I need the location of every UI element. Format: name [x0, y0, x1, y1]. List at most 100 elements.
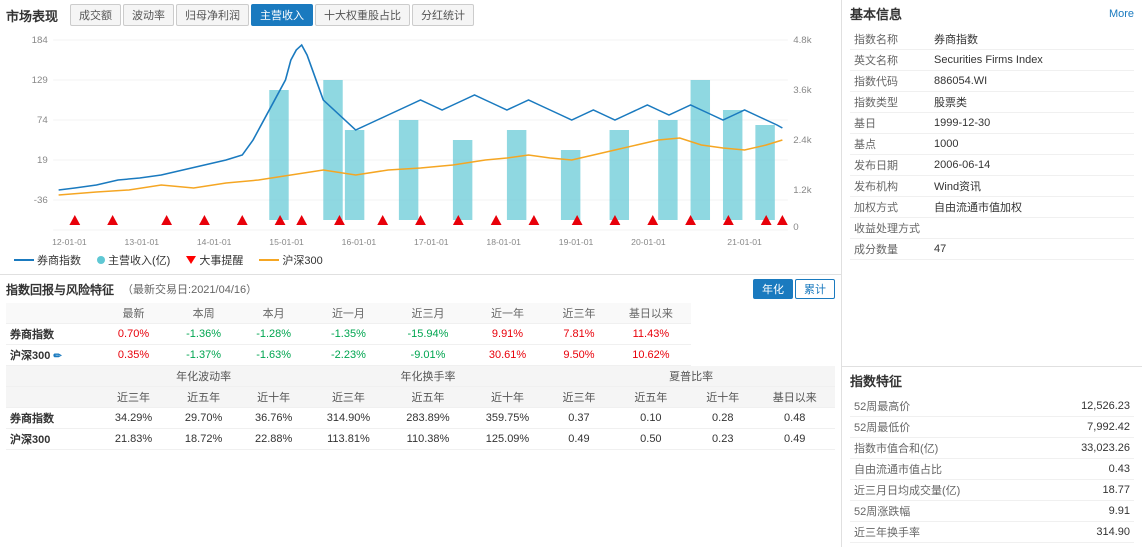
info-row: 指数类型 股票类 — [850, 92, 1134, 113]
info-value: 1000 — [930, 134, 1134, 155]
info-label: 发布机构 — [850, 176, 930, 197]
basic-info-table: 指数名称 券商指数 英文名称 Securities Firms Index 指数… — [850, 29, 1134, 260]
svg-text:129: 129 — [32, 75, 48, 85]
cell: 9.91% — [468, 324, 548, 345]
cell: 0.23 — [691, 429, 754, 450]
info-label: 基点 — [850, 134, 930, 155]
cell: -15.94% — [388, 324, 468, 345]
char-row: 指数市值合和(亿) 33,023.26 — [850, 438, 1134, 459]
chart-legend: 券商指数 主营收入(亿) 大事提醒 沪深300 — [6, 250, 835, 270]
return-date: （最新交易日:2021/04/16） — [122, 281, 257, 297]
info-value: 股票类 — [930, 92, 1134, 113]
market-title: 市场表现 — [6, 6, 58, 25]
info-label: 英文名称 — [850, 50, 930, 71]
sub-col-vol: 年化波动率 — [98, 366, 308, 387]
tab-guimu[interactable]: 归母净利润 — [176, 4, 249, 26]
info-value: 券商指数 — [930, 29, 1134, 50]
tab-shidazhonggu[interactable]: 十大权重股占比 — [315, 4, 410, 26]
tab-zhuyingshouru[interactable]: 主营收入 — [251, 4, 313, 26]
edit-icon[interactable]: ✏ — [53, 351, 61, 362]
info-label: 指数名称 — [850, 29, 930, 50]
cell: -1.35% — [309, 324, 389, 345]
char-row: 52周最低价 7,992.42 — [850, 417, 1134, 438]
cell: 22.88% — [239, 429, 309, 450]
return-title: 指数回报与风险特征 — [6, 281, 114, 298]
col-header-week: 本周 — [169, 303, 239, 324]
svg-text:18-01-01: 18-01-01 — [486, 237, 521, 247]
info-value: Wind资讯 — [930, 176, 1134, 197]
cell: -1.63% — [239, 345, 309, 366]
info-row: 发布机构 Wind资讯 — [850, 176, 1134, 197]
sub-col-sharpe: 夏普比率 — [547, 366, 835, 387]
return-table: 最新 本周 本月 近一月 近三月 近一年 近三年 基日以来 券商指数 0.70% — [6, 303, 835, 450]
info-row: 指数代码 886054.WI — [850, 71, 1134, 92]
cell: 10.62% — [611, 345, 691, 366]
info-label: 发布日期 — [850, 155, 930, 176]
svg-text:14-01-01: 14-01-01 — [197, 237, 232, 247]
cell: 11.43% — [611, 324, 691, 345]
char-value: 7,992.42 — [1040, 417, 1134, 438]
svg-text:17-01-01: 17-01-01 — [414, 237, 449, 247]
svg-text:19: 19 — [37, 155, 48, 165]
char-label: 近三年换手率 — [850, 522, 1040, 543]
svg-text:20-01-01: 20-01-01 — [631, 237, 666, 247]
info-label: 基日 — [850, 113, 930, 134]
info-label: 收益处理方式 — [850, 218, 930, 239]
cell: 0.48 — [754, 408, 835, 429]
char-label: 52周最低价 — [850, 417, 1040, 438]
info-row: 收益处理方式 — [850, 218, 1134, 239]
char-label: 自由流通市值占比 — [850, 459, 1040, 480]
info-label: 加权方式 — [850, 197, 930, 218]
svg-text:15-01-01: 15-01-01 — [269, 237, 304, 247]
info-label: 成分数量 — [850, 239, 930, 260]
char-value: 9.91 — [1040, 501, 1134, 522]
col-header-3m: 近三月 — [388, 303, 468, 324]
cell: 18.72% — [169, 429, 239, 450]
svg-text:1.2k: 1.2k — [793, 185, 812, 195]
tab-fenhong[interactable]: 分红统计 — [412, 4, 474, 26]
info-row: 基点 1000 — [850, 134, 1134, 155]
info-label: 指数代码 — [850, 71, 930, 92]
cell: 36.76% — [239, 408, 309, 429]
cell: -2.23% — [309, 345, 389, 366]
row-label-hushen: 沪深300 ✏ — [6, 345, 98, 366]
svg-text:-36: -36 — [34, 195, 48, 205]
tab-chengjiaoe[interactable]: 成交额 — [70, 4, 121, 26]
svg-text:16-01-01: 16-01-01 — [342, 237, 377, 247]
cell: 0.50 — [611, 429, 691, 450]
col-header-1y: 近一年 — [468, 303, 548, 324]
cumulative-btn[interactable]: 累计 — [795, 279, 835, 299]
cell: 21.83% — [98, 429, 168, 450]
info-row: 指数名称 券商指数 — [850, 29, 1134, 50]
sub-col-3y2: 近三年 — [309, 387, 389, 408]
char-label: 指数市值合和(亿) — [850, 438, 1040, 459]
cell: 0.37 — [547, 408, 610, 429]
sub-col-5y2: 近五年 — [388, 387, 468, 408]
svg-text:13-01-01: 13-01-01 — [125, 237, 160, 247]
market-tab-group: 成交额 波动率 归母净利润 主营收入 十大权重股占比 分红统计 — [70, 4, 474, 26]
info-value — [930, 218, 1134, 239]
col-header-since: 基日以来 — [611, 303, 691, 324]
sub-col-since: 基日以来 — [754, 387, 835, 408]
sub-col-5y1: 近五年 — [169, 387, 239, 408]
sub-header-row1: 年化波动率 年化换手率 夏普比率 — [6, 366, 835, 387]
col-header-1m: 近一月 — [309, 303, 389, 324]
svg-text:4.8k: 4.8k — [793, 35, 812, 45]
annualize-btn[interactable]: 年化 — [753, 279, 793, 299]
cell: 0.70% — [98, 324, 168, 345]
info-value: 1999-12-30 — [930, 113, 1134, 134]
svg-text:19-01-01: 19-01-01 — [559, 237, 594, 247]
cell: 34.29% — [98, 408, 168, 429]
cell: 359.75% — [468, 408, 548, 429]
svg-text:12-01-01: 12-01-01 — [52, 237, 87, 247]
table-row: 沪深300 21.83% 18.72% 22.88% 113.81% 110.3… — [6, 429, 835, 450]
cell: -1.37% — [169, 345, 239, 366]
basic-info-title: 基本信息 — [850, 4, 902, 23]
more-link[interactable]: More — [1109, 8, 1134, 20]
cell: 125.09% — [468, 429, 548, 450]
char-label: 52周涨跌幅 — [850, 501, 1040, 522]
info-value: 47 — [930, 239, 1134, 260]
sub-col-10y2: 近十年 — [468, 387, 548, 408]
info-row: 成分数量 47 — [850, 239, 1134, 260]
tab-bodlv[interactable]: 波动率 — [123, 4, 174, 26]
